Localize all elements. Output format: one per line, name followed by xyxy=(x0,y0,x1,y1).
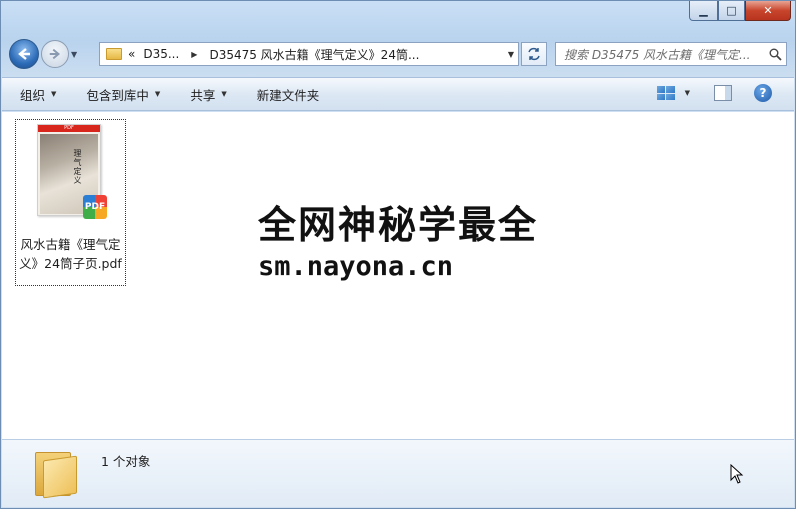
include-in-library-menu[interactable]: 包含到库中 ▼ xyxy=(86,85,160,104)
command-bar: 组织 ▼ 包含到库中 ▼ 共享 ▼ 新建文件夹 ▼ ? xyxy=(2,77,794,111)
item-count: 1 个对象 xyxy=(101,454,151,469)
mouse-cursor-icon xyxy=(730,464,744,484)
caption-buttons: ▁ □ ✕ xyxy=(689,1,791,21)
view-dropdown-icon[interactable]: ▼ xyxy=(685,89,690,97)
breadcrumb-parent[interactable]: D35... xyxy=(143,47,179,61)
file-name: 风水古籍《理气定义》24筒子页.pdf xyxy=(19,237,122,271)
organize-label: 组织 xyxy=(20,87,46,103)
refresh-icon xyxy=(528,47,540,61)
chevron-down-icon: ▼ xyxy=(154,90,161,98)
watermark-overlay: 全网神秘学最全 sm.nayona.cn xyxy=(252,202,550,302)
help-icon[interactable]: ? xyxy=(754,84,772,102)
thumbnail-text: 理气定义 xyxy=(73,149,82,185)
maximize-button[interactable]: □ xyxy=(718,1,745,21)
folder-icon xyxy=(106,48,122,60)
minimize-button[interactable]: ▁ xyxy=(689,1,718,21)
search-box[interactable]: 搜索 D35475 风水古籍《理气定... xyxy=(555,42,787,66)
close-button[interactable]: ✕ xyxy=(745,1,791,21)
chevron-right-icon[interactable]: ▶ xyxy=(191,50,197,59)
forward-button[interactable] xyxy=(41,40,69,68)
navigation-bar: ▼ « D35... ▶ D35475 风水古籍《理气定义》24筒... ▼ 搜… xyxy=(9,37,787,71)
thumb-band: PDF xyxy=(38,125,100,132)
folder-large-icon xyxy=(35,448,77,499)
new-folder-label: 新建文件夹 xyxy=(256,87,320,103)
toolbar-right: ▼ ? xyxy=(656,84,772,102)
watermark-line2: sm.nayona.cn xyxy=(258,251,454,282)
share-menu[interactable]: 共享 ▼ xyxy=(190,85,226,104)
back-arrow-icon xyxy=(18,48,30,60)
new-folder-button[interactable]: 新建文件夹 xyxy=(257,85,320,104)
share-label: 共享 xyxy=(190,87,216,103)
breadcrumb-current[interactable]: D35475 风水古籍《理气定义》24筒... xyxy=(209,46,419,63)
address-dropdown[interactable]: ▼ xyxy=(508,50,514,59)
pdf-file-icon: PDF xyxy=(83,195,107,219)
refresh-button[interactable] xyxy=(521,42,547,66)
include-library-label: 包含到库中 xyxy=(86,87,149,103)
back-button[interactable] xyxy=(9,39,39,69)
explorer-window: ▁ □ ✕ ▼ « D35... ▶ D35475 风水古籍《理气定义》24筒.… xyxy=(0,0,796,509)
file-list[interactable]: PDF 理气定义 PDF 风水古籍《理气定义》24筒子页.pdf 全网神秘学最全… xyxy=(2,112,794,439)
watermark-line1: 全网神秘学最全 xyxy=(258,203,539,247)
search-icon[interactable] xyxy=(764,48,786,61)
recent-pages-dropdown[interactable]: ▼ xyxy=(71,50,83,59)
chevron-down-icon: ▼ xyxy=(221,90,227,98)
breadcrumb-overflow[interactable]: « xyxy=(128,47,135,61)
search-input[interactable]: 搜索 D35475 风水古籍《理气定... xyxy=(564,46,764,63)
file-item[interactable]: PDF 理气定义 PDF 风水古籍《理气定义》24筒子页.pdf xyxy=(15,119,126,286)
organize-menu[interactable]: 组织 ▼ xyxy=(20,85,56,104)
address-bar[interactable]: « D35... ▶ D35475 风水古籍《理气定义》24筒... ▼ xyxy=(99,42,519,66)
details-pane: 1 个对象 xyxy=(2,439,794,507)
preview-pane-icon[interactable] xyxy=(714,85,732,101)
change-view-icon[interactable] xyxy=(656,86,675,100)
forward-arrow-icon xyxy=(49,48,61,60)
chevron-down-icon: ▼ xyxy=(51,90,57,98)
